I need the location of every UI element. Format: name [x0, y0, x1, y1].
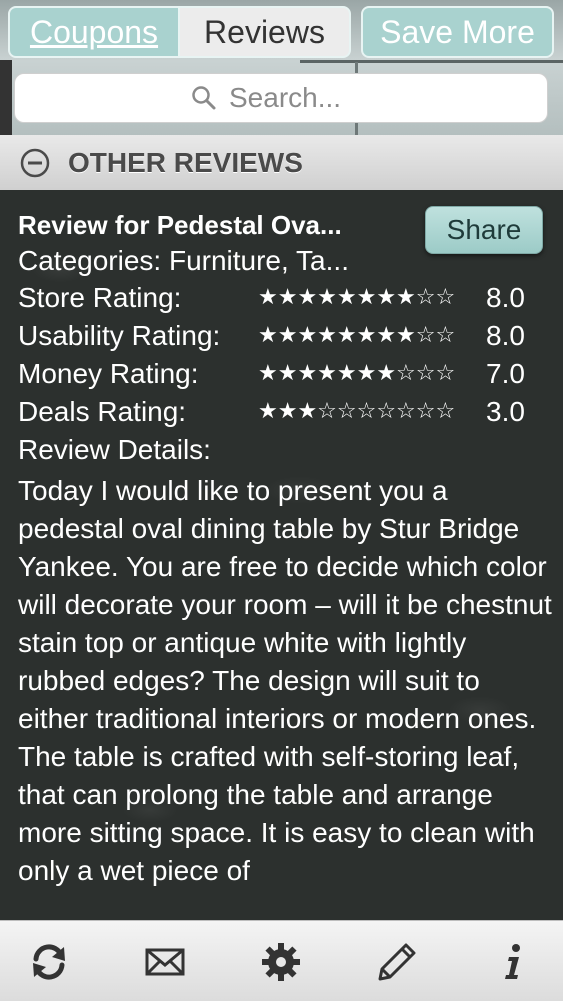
collapse-minus-icon[interactable]	[20, 148, 50, 178]
settings-button[interactable]	[258, 939, 304, 985]
bottom-toolbar	[0, 920, 563, 1001]
search-bar[interactable]	[14, 73, 548, 123]
tab-reviews[interactable]: Reviews	[180, 6, 351, 58]
star-rating: ★★★☆☆☆☆☆☆☆	[258, 399, 456, 424]
review-details-text: Today I would like to present you a pede…	[18, 475, 552, 886]
review-categories: Categories: Furniture, Ta...	[18, 245, 349, 276]
segmented-tabs: Coupons Reviews	[8, 6, 351, 58]
review-content[interactable]: Review for Pedestal Ova... Share Categor…	[0, 190, 563, 920]
section-header[interactable]: OTHER REVIEWS	[0, 135, 563, 190]
tab-coupons[interactable]: Coupons	[8, 6, 180, 58]
gear-icon	[262, 943, 300, 981]
mail-icon	[145, 948, 185, 976]
rating-row-usability: Usability Rating: ★★★★★★★★☆☆ 8.0	[18, 320, 548, 354]
info-icon	[505, 944, 520, 979]
rating-row-money: Money Rating: ★★★★★★★☆☆☆ 7.0	[18, 358, 548, 392]
mail-button[interactable]	[142, 939, 188, 985]
info-button[interactable]	[490, 939, 536, 985]
rating-row-store: Store Rating: ★★★★★★★★☆☆ 8.0	[18, 282, 548, 316]
rating-label: Store Rating:	[18, 282, 182, 313]
save-more-button[interactable]: Save More	[361, 6, 554, 58]
review-details-label: Review Details:	[18, 434, 211, 465]
review-title: Review for Pedestal Ova...	[18, 210, 342, 240]
rating-value: 3.0	[486, 396, 525, 427]
star-rating: ★★★★★★★★☆☆	[258, 285, 456, 310]
search-icon	[192, 86, 216, 110]
top-bar: Coupons Reviews Save More	[0, 0, 563, 135]
rating-label: Deals Rating:	[18, 396, 187, 427]
star-rating: ★★★★★★★★☆☆	[258, 323, 456, 348]
background-photo-detail	[300, 60, 563, 63]
rating-value: 8.0	[486, 282, 525, 313]
refresh-icon	[33, 944, 65, 980]
rating-row-deals: Deals Rating: ★★★☆☆☆☆☆☆☆ 3.0	[18, 396, 548, 430]
share-button[interactable]: Share	[425, 206, 543, 254]
pencil-icon	[378, 943, 416, 981]
rating-label: Usability Rating:	[18, 320, 221, 351]
section-title: OTHER REVIEWS	[68, 146, 303, 178]
rating-label: Money Rating:	[18, 358, 199, 389]
background-photo-detail	[0, 60, 12, 135]
rating-value: 7.0	[486, 358, 525, 389]
star-rating: ★★★★★★★☆☆☆	[258, 361, 456, 386]
search-input[interactable]	[227, 81, 371, 115]
edit-button[interactable]	[374, 939, 420, 985]
rating-value: 8.0	[486, 320, 525, 351]
refresh-button[interactable]	[26, 939, 72, 985]
